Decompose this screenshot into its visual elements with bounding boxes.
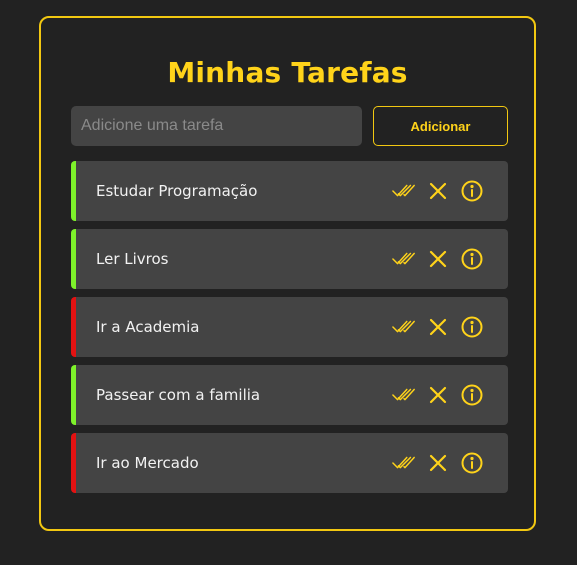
- info-icon[interactable]: [460, 315, 484, 339]
- task-label: Ir ao Mercado: [96, 454, 199, 472]
- task-actions: [392, 433, 484, 493]
- task-input[interactable]: [71, 106, 362, 146]
- info-icon[interactable]: [460, 247, 484, 271]
- page-title: Minhas Tarefas: [167, 56, 408, 89]
- complete-icon[interactable]: [392, 315, 416, 339]
- close-icon[interactable]: [426, 383, 450, 407]
- task-item: Passear com a familia: [71, 365, 508, 425]
- close-icon[interactable]: [426, 247, 450, 271]
- task-label: Estudar Programação: [96, 182, 258, 200]
- task-actions: [392, 365, 484, 425]
- task-actions: [392, 297, 484, 357]
- tasks-card: Minhas Tarefas Adicionar Estudar Program…: [39, 16, 536, 531]
- add-task-button[interactable]: Adicionar: [373, 106, 508, 146]
- task-list: Estudar Programação Ler Livros Ir a Acad…: [71, 161, 508, 501]
- close-icon[interactable]: [426, 451, 450, 475]
- task-label: Ler Livros: [96, 250, 169, 268]
- close-icon[interactable]: [426, 179, 450, 203]
- task-item: Ler Livros: [71, 229, 508, 289]
- info-icon[interactable]: [460, 451, 484, 475]
- task-item: Estudar Programação: [71, 161, 508, 221]
- complete-icon[interactable]: [392, 247, 416, 271]
- task-label: Ir a Academia: [96, 318, 200, 336]
- info-icon[interactable]: [460, 179, 484, 203]
- task-label: Passear com a familia: [96, 386, 261, 404]
- close-icon[interactable]: [426, 315, 450, 339]
- task-actions: [392, 229, 484, 289]
- task-item: Ir ao Mercado: [71, 433, 508, 493]
- task-actions: [392, 161, 484, 221]
- complete-icon[interactable]: [392, 383, 416, 407]
- complete-icon[interactable]: [392, 179, 416, 203]
- task-item: Ir a Academia: [71, 297, 508, 357]
- info-icon[interactable]: [460, 383, 484, 407]
- complete-icon[interactable]: [392, 451, 416, 475]
